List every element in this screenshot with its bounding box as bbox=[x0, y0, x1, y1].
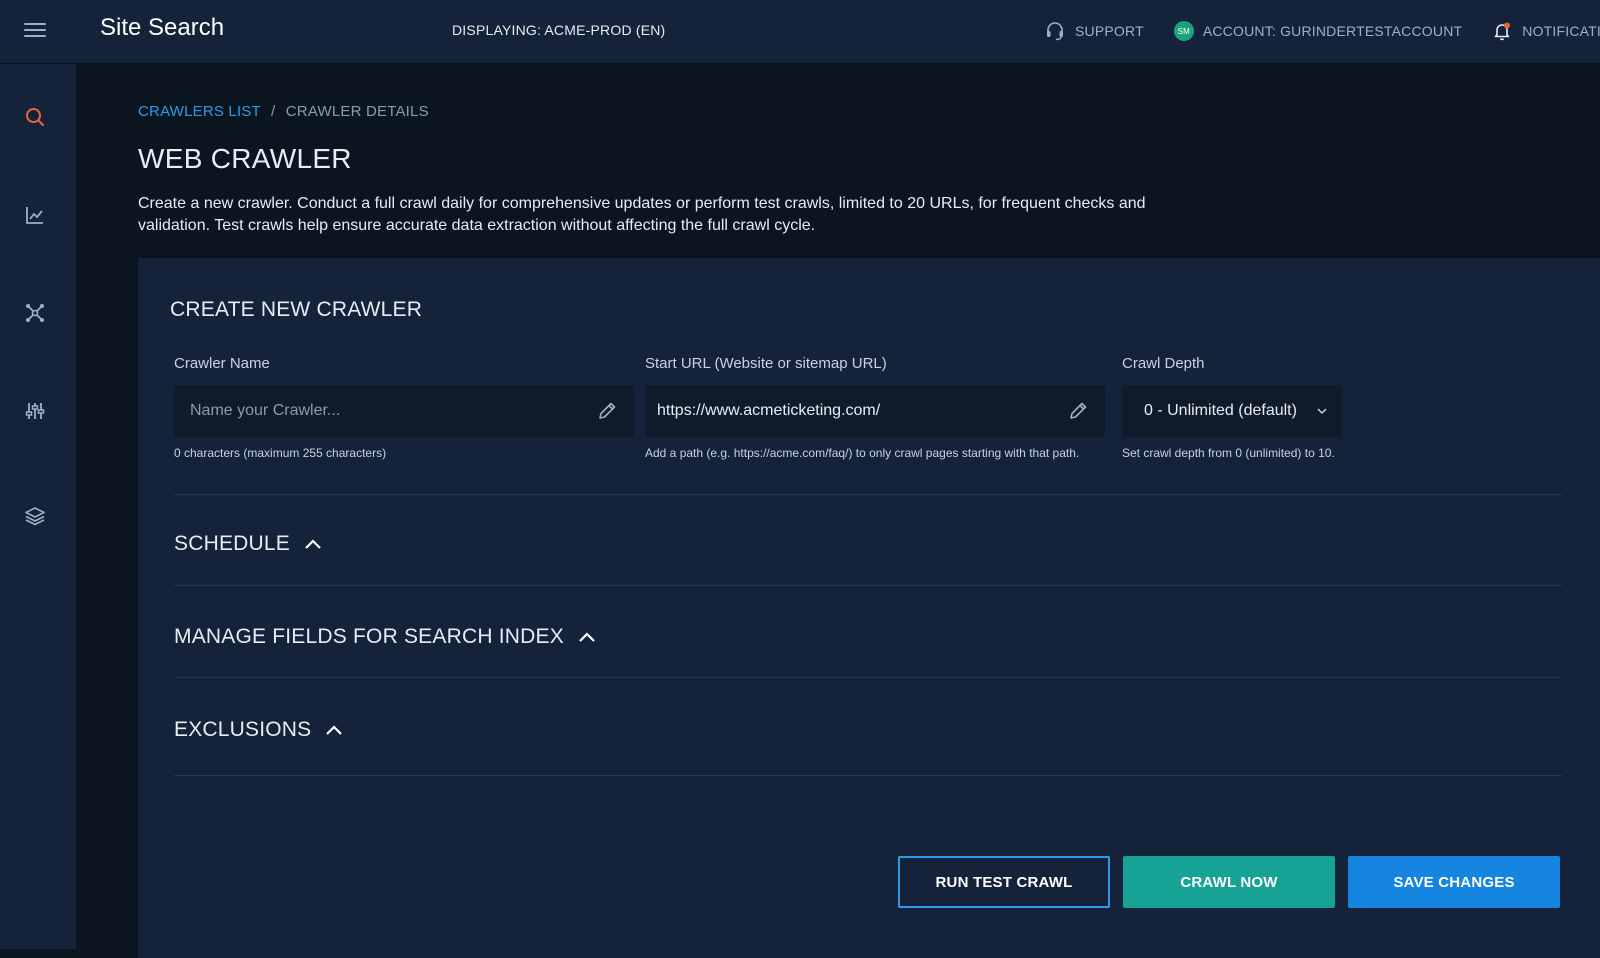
breadcrumb-separator: / bbox=[271, 103, 276, 120]
divider bbox=[174, 494, 1562, 495]
breadcrumb: CRAWLERS LIST / CRAWLER DETAILS bbox=[138, 103, 429, 120]
notifications-label: NOTIFICATIONS bbox=[1522, 23, 1600, 39]
account-label: ACCOUNT: GURINDERTESTACCOUNT bbox=[1202, 23, 1463, 39]
layers-icon bbox=[25, 507, 45, 526]
support-link[interactable]: SUPPORT bbox=[1045, 21, 1144, 41]
support-label: SUPPORT bbox=[1075, 23, 1144, 39]
app-title: Site Search bbox=[100, 14, 225, 41]
main-content: CRAWLERS LIST / CRAWLER DETAILS WEB CRAW… bbox=[78, 65, 1600, 958]
sidebar-item-layers[interactable] bbox=[22, 503, 48, 529]
manage-fields-section-title: MANAGE FIELDS FOR SEARCH INDEX bbox=[174, 625, 564, 648]
chevron-up-icon bbox=[305, 539, 321, 549]
run-test-crawl-button[interactable]: RUN TEST CRAWL bbox=[898, 856, 1110, 908]
schedule-section-toggle[interactable]: SCHEDULE bbox=[174, 532, 322, 556]
sliders-icon bbox=[25, 403, 45, 419]
start-url-help: Add a path (e.g. https://acme.com/faq/) … bbox=[645, 446, 1080, 460]
start-url-input[interactable] bbox=[657, 402, 1105, 420]
start-url-field[interactable] bbox=[645, 385, 1105, 437]
sidebar-item-search[interactable] bbox=[22, 104, 48, 130]
connections-icon bbox=[26, 304, 44, 322]
panel-title: CREATE NEW CRAWLER bbox=[170, 298, 423, 321]
divider bbox=[174, 775, 1562, 776]
chart-icon bbox=[26, 207, 43, 224]
divider bbox=[174, 677, 1562, 678]
crawl-depth-value: 0 - Unlimited (default) bbox=[1144, 402, 1297, 419]
sidebar-item-settings[interactable] bbox=[22, 398, 48, 424]
divider bbox=[174, 585, 1562, 586]
exclusions-section-title: EXCLUSIONS bbox=[174, 718, 312, 741]
chevron-up-icon bbox=[579, 632, 595, 642]
exclusions-section-toggle[interactable]: EXCLUSIONS bbox=[174, 718, 343, 742]
account-menu[interactable]: SM ACCOUNT: GURINDERTESTACCOUNT bbox=[1173, 21, 1463, 41]
save-changes-button[interactable]: SAVE CHANGES bbox=[1348, 856, 1560, 908]
schedule-section-title: SCHEDULE bbox=[174, 532, 290, 555]
menu-icon[interactable] bbox=[24, 20, 46, 42]
crawl-depth-help: Set crawl depth from 0 (unlimited) to 10… bbox=[1122, 446, 1335, 460]
pencil-icon[interactable] bbox=[596, 400, 618, 422]
manage-fields-section-toggle[interactable]: MANAGE FIELDS FOR SEARCH INDEX bbox=[174, 625, 596, 649]
crawl-depth-select[interactable]: 0 - Unlimited (default) bbox=[1122, 385, 1342, 437]
sidebar bbox=[0, 64, 77, 949]
crawler-name-field[interactable] bbox=[174, 385, 634, 437]
bell-icon bbox=[1494, 22, 1511, 41]
top-bar: Site Search DISPLAYING: ACME-PROD (EN) S… bbox=[0, 0, 1600, 64]
breadcrumb-current: CRAWLER DETAILS bbox=[285, 103, 429, 120]
notifications-link[interactable]: NOTIFICATIONS bbox=[1492, 21, 1600, 41]
chevron-down-icon bbox=[1317, 408, 1327, 415]
pencil-icon[interactable] bbox=[1067, 400, 1089, 422]
page-description: Create a new crawler. Conduct a full cra… bbox=[138, 195, 1146, 234]
crawl-depth-label: Crawl Depth bbox=[1122, 355, 1205, 372]
environment-indicator[interactable]: DISPLAYING: ACME-PROD (EN) bbox=[452, 22, 665, 38]
create-crawler-panel: CREATE NEW CRAWLER Crawler Name 0 charac… bbox=[138, 258, 1600, 958]
avatar: SM bbox=[1173, 21, 1194, 41]
start-url-label: Start URL (Website or sitemap URL) bbox=[645, 355, 887, 372]
page-title: WEB CRAWLER bbox=[138, 143, 352, 174]
chevron-up-icon bbox=[326, 725, 343, 735]
crawl-now-button[interactable]: CRAWL NOW bbox=[1123, 856, 1335, 908]
search-icon bbox=[26, 108, 44, 126]
top-right-nav: SUPPORT SM ACCOUNT: GURINDERTESTACCOUNT … bbox=[1045, 18, 1600, 44]
crawler-name-help: 0 characters (maximum 255 characters) bbox=[174, 446, 387, 460]
crawler-name-input[interactable] bbox=[190, 402, 634, 420]
sidebar-item-connections[interactable] bbox=[22, 300, 48, 326]
headset-icon bbox=[1047, 22, 1063, 41]
sidebar-item-analytics[interactable] bbox=[22, 202, 48, 228]
crawler-name-label: Crawler Name bbox=[174, 355, 270, 372]
breadcrumb-crawlers-list[interactable]: CRAWLERS LIST bbox=[138, 103, 261, 120]
